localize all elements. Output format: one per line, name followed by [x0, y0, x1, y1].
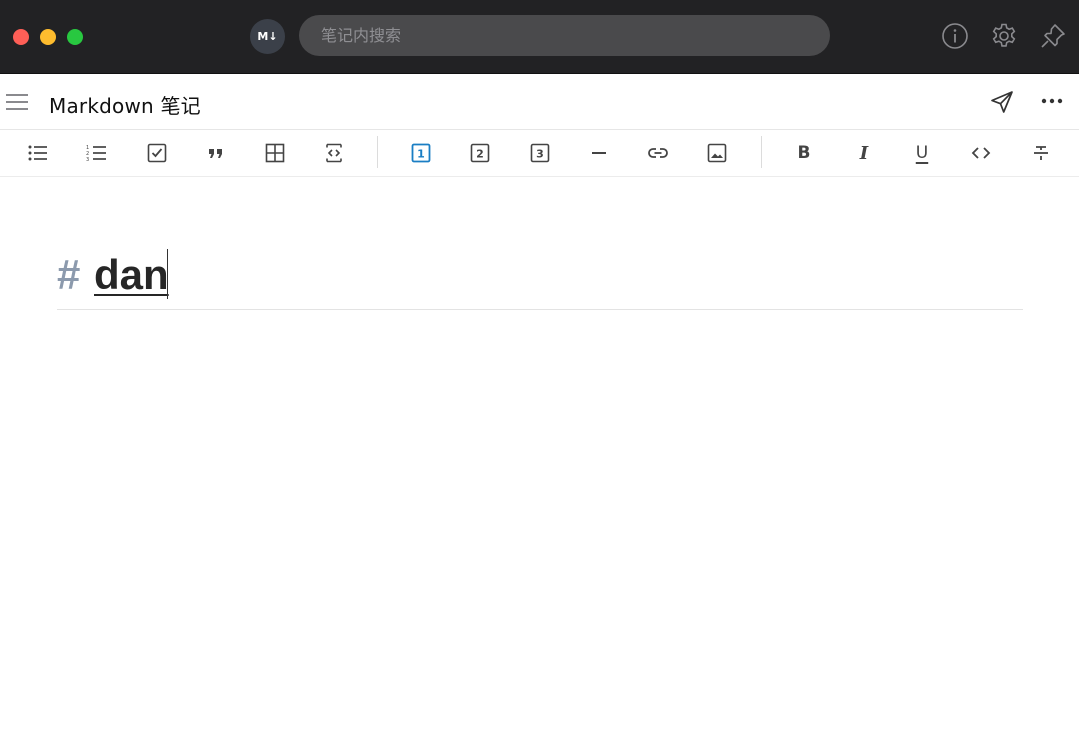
heading-marker: # — [57, 251, 81, 298]
heading-3-button[interactable]: 3 — [527, 140, 553, 166]
bold-icon: B — [797, 143, 811, 163]
toolbar-separator — [761, 136, 762, 168]
heading-block[interactable]: # dan — [57, 247, 1023, 310]
info-icon[interactable] — [941, 22, 969, 50]
underline-icon: U — [915, 143, 929, 163]
svg-text:3: 3 — [86, 157, 89, 163]
markdown-app-icon[interactable]: M↓ — [250, 19, 285, 54]
link-icon — [648, 148, 668, 158]
horizontal-rule-button[interactable] — [586, 140, 612, 166]
underline-button[interactable]: U — [909, 140, 935, 166]
checkbox-icon — [147, 143, 167, 163]
horizontal-rule-icon — [592, 152, 606, 154]
search-input[interactable] — [319, 25, 803, 46]
zoom-window-button[interactable] — [67, 29, 83, 45]
close-window-button[interactable] — [13, 29, 29, 45]
toolbar-separator — [377, 136, 378, 168]
formatting-toolbar: 123 1 2 3 B I U — [0, 130, 1079, 177]
note-title: Markdown 笔记 — [49, 94, 201, 118]
italic-button[interactable]: I — [851, 140, 877, 166]
image-icon — [707, 143, 727, 163]
heading-1-icon: 1 — [411, 143, 431, 163]
text-caret — [167, 249, 168, 299]
heading-2-label: 2 — [476, 148, 484, 161]
heading-text[interactable]: dan — [94, 251, 169, 299]
code-block-button[interactable] — [321, 140, 347, 166]
more-icon[interactable] — [1040, 91, 1064, 111]
link-button[interactable] — [645, 140, 671, 166]
heading-1-button[interactable]: 1 — [408, 140, 434, 166]
bullet-list-icon — [28, 145, 47, 161]
code-block-icon — [326, 143, 342, 163]
numbered-list-button[interactable]: 123 — [84, 140, 110, 166]
inline-code-icon — [971, 147, 991, 159]
hamburger-menu-icon[interactable] — [6, 92, 28, 112]
quote-icon — [209, 149, 222, 158]
strikethrough-button[interactable] — [1028, 140, 1054, 166]
table-button[interactable] — [262, 140, 288, 166]
checkbox-list-button[interactable] — [144, 140, 170, 166]
numbered-list-icon: 123 — [86, 145, 106, 163]
heading-2-icon: 2 — [470, 143, 490, 163]
pin-icon[interactable] — [1039, 22, 1067, 50]
editor-area[interactable]: # dan — [0, 177, 1079, 735]
send-icon[interactable] — [989, 89, 1015, 115]
title-bar: M↓ — [0, 0, 1079, 74]
inline-code-button[interactable] — [968, 140, 994, 166]
strikethrough-icon — [1034, 146, 1048, 160]
bold-button[interactable]: B — [791, 140, 817, 166]
search-bar[interactable] — [299, 15, 830, 56]
image-button[interactable] — [704, 140, 730, 166]
note-header: Markdown 笔记 — [0, 74, 1079, 130]
heading-2-button[interactable]: 2 — [467, 140, 493, 166]
bullet-list-button[interactable] — [25, 140, 51, 166]
app-badge-label: M↓ — [257, 30, 278, 43]
table-icon — [265, 143, 285, 163]
quote-button[interactable] — [203, 140, 229, 166]
heading-3-label: 3 — [536, 148, 544, 161]
minimize-window-button[interactable] — [40, 29, 56, 45]
italic-icon: I — [859, 142, 869, 164]
heading-3-icon: 3 — [530, 143, 550, 163]
gear-icon[interactable] — [990, 22, 1018, 50]
heading-1-label: 1 — [417, 148, 425, 161]
